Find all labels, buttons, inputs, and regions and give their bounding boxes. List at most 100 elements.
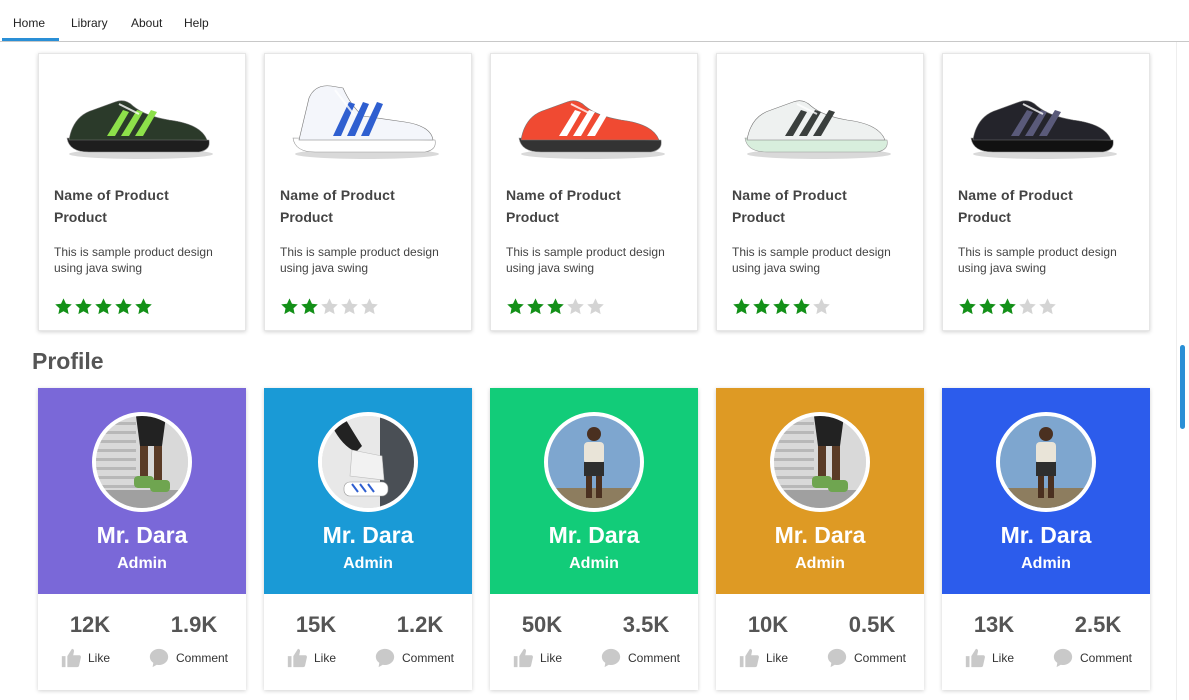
comment-count: 1.9K [170,612,218,637]
avatar [92,412,192,512]
thumbs-up-icon [287,648,307,668]
scrollbar-thumb[interactable] [1180,345,1185,429]
product-card[interactable]: Name of Product Product This is sample p… [490,53,698,331]
product-subtitle: Product [280,209,333,225]
star-empty-icon [1019,298,1036,315]
product-name: Name of Product [958,187,1074,203]
comment-bubble-icon [375,648,395,668]
product-subtitle: Product [54,209,107,225]
comment-button[interactable]: Comment [1052,647,1132,669]
profile-name: Mr. Dara [322,522,414,548]
profile-role: Admin [117,555,167,572]
like-button[interactable]: Like [738,647,788,669]
rating-stars [958,297,1057,317]
product-subtitle: Product [506,209,559,225]
legs-sneakers-avatar-icon [774,416,866,508]
profile-card[interactable]: Mr. Dara Admin 10K 0.5K Like Comment [716,388,924,690]
star-filled-icon [75,298,92,315]
star-empty-icon [587,298,604,315]
menu-home[interactable]: Home [13,16,45,30]
profile-role: Admin [795,555,845,572]
like-count: 13K [973,612,1015,637]
black-green-running-shoe-icon [66,100,213,159]
comment-count: 1.2K [396,612,444,637]
comment-button[interactable]: Comment [374,647,454,669]
menu-library[interactable]: Library [71,16,108,30]
app-window: Home Library About Help Name of Product … [0,0,1189,700]
avatar [544,412,644,512]
like-label: Like [992,651,1015,665]
star-filled-icon [979,298,996,315]
comment-label: Comment [402,651,455,665]
star-empty-icon [321,298,338,315]
profile-name: Mr. Dara [774,522,866,548]
thumbs-up-icon [965,648,985,668]
avatar [770,412,870,512]
comment-button[interactable]: Comment [148,647,228,669]
profile-card[interactable]: Mr. Dara Admin 12K 1.9K Like Comment [38,388,246,690]
comment-label: Comment [1080,651,1133,665]
comment-bubble-icon [149,648,169,668]
like-count: 12K [69,612,111,637]
avatar [318,412,418,512]
profile-section-title: Profile [32,348,104,374]
star-filled-icon [281,298,298,315]
star-filled-icon [959,298,976,315]
star-filled-icon [773,298,790,315]
profile-name: Mr. Dara [96,522,188,548]
star-filled-icon [793,298,810,315]
star-filled-icon [301,298,318,315]
comment-label: Comment [628,651,681,665]
rating-stars [506,297,605,317]
profile-card[interactable]: Mr. Dara Admin 50K 3.5K Like Comment [490,388,698,690]
star-empty-icon [361,298,378,315]
star-filled-icon [999,298,1016,315]
product-description: This is sample product design using java… [958,245,1117,275]
comment-count: 3.5K [622,612,670,637]
profile-header: Mr. Dara Admin [264,388,472,594]
product-card[interactable]: Name of Product Product This is sample p… [942,53,1150,331]
star-empty-icon [813,298,830,315]
scroll-content[interactable]: Name of Product Product This is sample p… [0,42,1176,700]
like-button[interactable]: Like [964,647,1014,669]
star-filled-icon [95,298,112,315]
like-label: Like [314,651,337,665]
product-card[interactable]: Name of Product Product This is sample p… [264,53,472,331]
like-button[interactable]: Like [286,647,336,669]
rating-stars [54,297,153,317]
star-filled-icon [135,298,152,315]
profile-role: Admin [343,555,393,572]
comment-button[interactable]: Comment [600,647,680,669]
profile-card[interactable]: Mr. Dara Admin 13K 2.5K Like Comment [942,388,1150,690]
star-empty-icon [341,298,358,315]
product-card[interactable]: Name of Product Product This is sample p… [716,53,924,331]
man-standing-avatar-icon [1000,416,1092,508]
star-filled-icon [55,298,72,315]
product-description: This is sample product design using java… [732,245,891,275]
black-purple-running-shoe-icon [970,100,1117,159]
menu-active-indicator [2,38,59,41]
star-filled-icon [733,298,750,315]
thumbs-up-icon [513,648,533,668]
menu-about[interactable]: About [131,16,162,30]
rating-stars [732,297,831,317]
product-name: Name of Product [506,187,622,203]
profile-header: Mr. Dara Admin [716,388,924,594]
thumbs-up-icon [61,648,81,668]
star-filled-icon [115,298,132,315]
profile-header: Mr. Dara Admin [490,388,698,594]
tying-shoes-avatar-icon [322,416,414,508]
red-running-shoe-icon [518,100,665,159]
menu-help[interactable]: Help [184,16,209,30]
profile-card[interactable]: Mr. Dara Admin 15K 1.2K Like Comment [264,388,472,690]
product-name: Name of Product [732,187,848,203]
product-card[interactable]: Name of Product Product This is sample p… [38,53,246,331]
like-label: Like [766,651,789,665]
comment-button[interactable]: Comment [826,647,906,669]
star-filled-icon [753,298,770,315]
like-button[interactable]: Like [512,647,562,669]
profile-role: Admin [569,555,619,572]
like-button[interactable]: Like [60,647,110,669]
legs-sneakers-avatar-icon [96,416,188,508]
comment-label: Comment [176,651,229,665]
